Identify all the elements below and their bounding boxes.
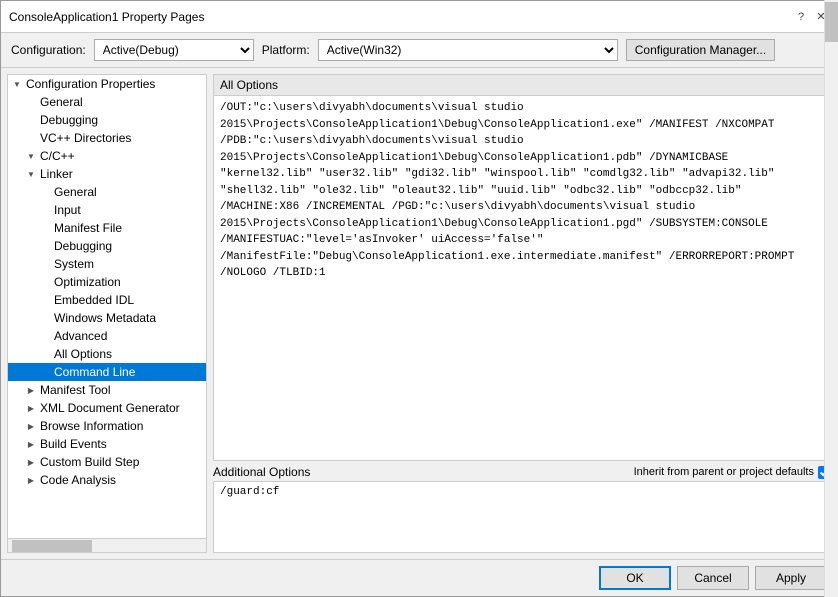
- tree-item-linker-input[interactable]: Input: [8, 201, 206, 219]
- expand-icon-manifest-tool[interactable]: ▶: [24, 383, 38, 397]
- tree-label-general: General: [38, 94, 85, 110]
- tree-label-linker-input: Input: [52, 202, 83, 218]
- scroll-thumb[interactable]: [12, 540, 92, 552]
- tree-scrollbar-area: ▼Configuration PropertiesGeneralDebuggin…: [8, 75, 206, 552]
- title-bar: ConsoleApplication1 Property Pages ? ✕: [1, 1, 837, 33]
- main-content: ▼Configuration PropertiesGeneralDebuggin…: [1, 68, 837, 559]
- config-manager-button[interactable]: Configuration Manager...: [626, 39, 775, 61]
- expand-icon-custom-build-step[interactable]: ▶: [24, 455, 38, 469]
- left-tree-panel: ▼Configuration PropertiesGeneralDebuggin…: [7, 74, 207, 553]
- tree-label-config-props: Configuration Properties: [24, 76, 157, 92]
- tree-item-linker-embedded-idl[interactable]: Embedded IDL: [8, 291, 206, 309]
- tree-label-linker-system: System: [52, 256, 96, 272]
- tree-item-xml-doc-generator[interactable]: ▶XML Document Generator: [8, 399, 206, 417]
- tree-container: ▼Configuration PropertiesGeneralDebuggin…: [8, 75, 206, 538]
- expand-icon-xml-doc-generator[interactable]: ▶: [24, 401, 38, 415]
- tree-label-linker: Linker: [38, 166, 75, 182]
- additional-input-container: /guard:cf: [213, 481, 831, 553]
- additional-header-row: Additional Options Inherit from parent o…: [213, 465, 831, 479]
- help-button[interactable]: ?: [793, 9, 809, 25]
- tree-item-linker-optimization[interactable]: Optimization: [8, 273, 206, 291]
- tree-item-linker-windows-metadata[interactable]: Windows Metadata: [8, 309, 206, 327]
- tree-item-linker-command-line[interactable]: Command Line: [8, 363, 206, 381]
- expand-icon-code-analysis[interactable]: ▶: [24, 473, 38, 487]
- tree-item-linker-advanced[interactable]: Advanced: [8, 327, 206, 345]
- tree-item-custom-build-step[interactable]: ▶Custom Build Step: [8, 453, 206, 471]
- tree-item-vc-dirs[interactable]: VC++ Directories: [8, 129, 206, 147]
- inherit-row: Inherit from parent or project defaults: [634, 466, 831, 479]
- expand-icon-c-cpp[interactable]: ▼: [24, 149, 38, 163]
- window-title: ConsoleApplication1 Property Pages: [9, 10, 204, 24]
- tree-label-code-analysis: Code Analysis: [38, 472, 118, 488]
- expand-icon-browse-info[interactable]: ▶: [24, 419, 38, 433]
- tree-item-linker-manifest[interactable]: Manifest File: [8, 219, 206, 237]
- expand-icon-config-props[interactable]: ▼: [10, 77, 24, 91]
- tree-item-code-analysis[interactable]: ▶Code Analysis: [8, 471, 206, 489]
- tree-label-debugging: Debugging: [38, 112, 100, 128]
- config-select[interactable]: Active(Debug): [94, 39, 254, 61]
- tree-label-linker-manifest: Manifest File: [52, 220, 124, 236]
- tree-label-linker-debugging: Debugging: [52, 238, 114, 254]
- all-options-content: /OUT:"c:\users\divyabh\documents\visual …: [214, 96, 830, 460]
- ok-button[interactable]: OK: [599, 566, 671, 590]
- tree-label-linker-windows-metadata: Windows Metadata: [52, 310, 158, 326]
- tree-label-linker-advanced: Advanced: [52, 328, 109, 344]
- cancel-button[interactable]: Cancel: [677, 566, 749, 590]
- tree-item-linker-debugging[interactable]: Debugging: [8, 237, 206, 255]
- inherit-label: Inherit from parent or project defaults: [634, 466, 814, 478]
- tree-label-browse-info: Browse Information: [38, 418, 145, 434]
- expand-icon-linker[interactable]: ▼: [24, 167, 38, 181]
- tree-item-linker[interactable]: ▼Linker: [8, 165, 206, 183]
- platform-select[interactable]: Active(Win32): [318, 39, 618, 61]
- additional-scrollbar[interactable]: [824, 68, 837, 559]
- tree-label-build-events: Build Events: [38, 436, 109, 452]
- tree-label-linker-all-options: All Options: [52, 346, 114, 362]
- config-label: Configuration:: [11, 43, 86, 57]
- tree-label-linker-command-line: Command Line: [52, 364, 137, 380]
- tree-label-custom-build-step: Custom Build Step: [38, 454, 141, 470]
- property-pages-window: ConsoleApplication1 Property Pages ? ✕ C…: [0, 0, 838, 597]
- scroll-track: [8, 539, 206, 552]
- tree-label-manifest-tool: Manifest Tool: [38, 382, 112, 398]
- apply-button[interactable]: Apply: [755, 566, 827, 590]
- right-panel: All Options /OUT:"c:\users\divyabh\docum…: [213, 74, 831, 553]
- tree-item-linker-general[interactable]: General: [8, 183, 206, 201]
- tree-item-browse-info[interactable]: ▶Browse Information: [8, 417, 206, 435]
- tree-label-vc-dirs: VC++ Directories: [38, 130, 133, 146]
- additional-input[interactable]: /guard:cf: [214, 482, 830, 552]
- platform-label: Platform:: [262, 43, 310, 57]
- expand-icon-build-events[interactable]: ▶: [24, 437, 38, 451]
- tree-item-build-events[interactable]: ▶Build Events: [8, 435, 206, 453]
- tree-item-manifest-tool[interactable]: ▶Manifest Tool: [8, 381, 206, 399]
- horizontal-scrollbar[interactable]: [8, 538, 206, 552]
- tree-label-linker-embedded-idl: Embedded IDL: [52, 292, 136, 308]
- additional-options-label: Additional Options: [213, 465, 310, 479]
- tree-label-linker-optimization: Optimization: [52, 274, 123, 290]
- all-options-box: All Options /OUT:"c:\users\divyabh\docum…: [213, 74, 831, 461]
- tree-label-xml-doc-generator: XML Document Generator: [38, 400, 182, 416]
- tree-item-linker-system[interactable]: System: [8, 255, 206, 273]
- tree-item-c-cpp[interactable]: ▼C/C++: [8, 147, 206, 165]
- additional-options-section: Additional Options Inherit from parent o…: [213, 465, 831, 553]
- bottom-bar: OK Cancel Apply: [1, 559, 837, 596]
- tree-item-config-props[interactable]: ▼Configuration Properties: [8, 75, 206, 93]
- all-options-header: All Options: [214, 75, 830, 96]
- tree-label-c-cpp: C/C++: [38, 148, 77, 164]
- tree-item-debugging[interactable]: Debugging: [8, 111, 206, 129]
- tree-item-general[interactable]: General: [8, 93, 206, 111]
- config-row: Configuration: Active(Debug) Platform: A…: [1, 33, 837, 68]
- tree-item-linker-all-options[interactable]: All Options: [8, 345, 206, 363]
- tree-label-linker-general: General: [52, 184, 99, 200]
